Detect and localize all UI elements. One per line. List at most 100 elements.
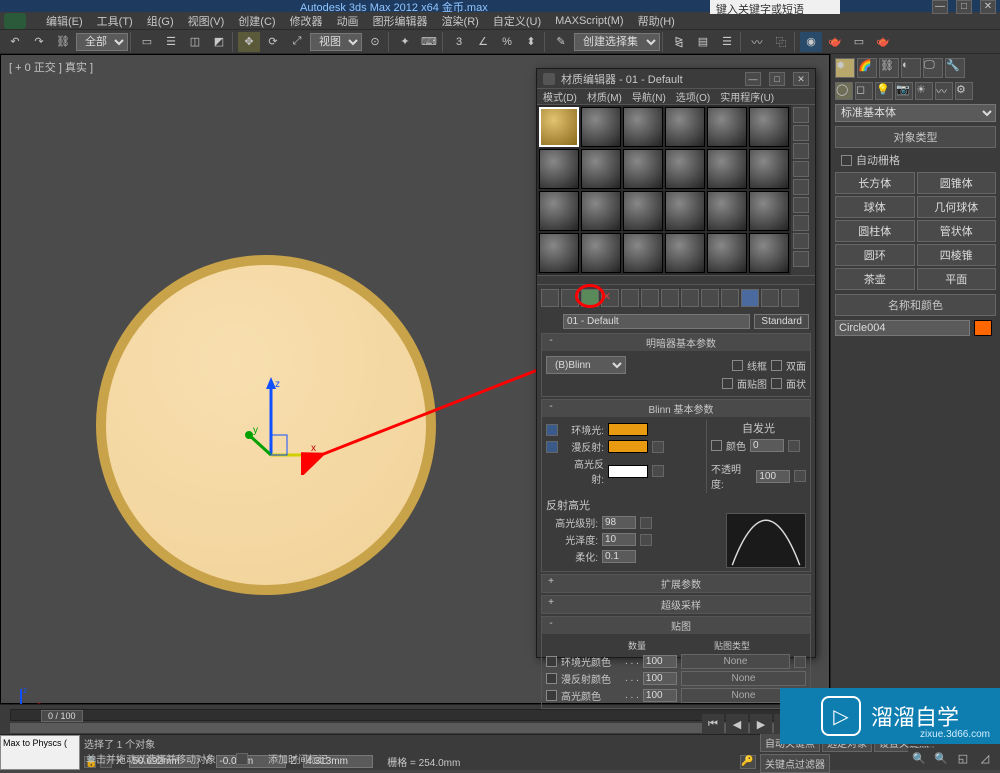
map-diffuse-amount[interactable] xyxy=(643,672,677,685)
pick-material-icon[interactable] xyxy=(543,313,559,329)
map-ambient-checkbox[interactable] xyxy=(546,656,557,667)
geometry-subtab[interactable]: ◯ xyxy=(835,82,853,100)
preview-icon[interactable] xyxy=(793,197,809,213)
object-type-rollout[interactable]: 对象类型 xyxy=(835,126,996,148)
mirror-icon[interactable]: ⧎ xyxy=(668,32,690,52)
mat-minimize-button[interactable]: — xyxy=(745,72,761,86)
move-gizmo[interactable]: z x y xyxy=(241,375,321,475)
undo-icon[interactable]: ↶ xyxy=(4,32,26,52)
pivot-icon[interactable]: ⊙ xyxy=(364,32,386,52)
menu-tools[interactable]: 工具(T) xyxy=(97,13,133,29)
goto-start-icon[interactable]: ⏮ xyxy=(702,714,724,734)
menu-create[interactable]: 创建(C) xyxy=(238,13,275,29)
twosided-checkbox[interactable] xyxy=(771,360,782,371)
get-material-icon[interactable] xyxy=(541,289,559,307)
systems-subtab[interactable]: ⚙ xyxy=(955,82,973,100)
autogrid-checkbox[interactable] xyxy=(841,155,852,166)
ambient-lock-icon[interactable] xyxy=(546,424,558,436)
make-unique-icon[interactable] xyxy=(641,289,659,307)
create-tab[interactable]: ✹ xyxy=(835,58,855,78)
rollout-toggle[interactable]: - xyxy=(546,618,556,633)
link-icon[interactable]: ⛓ xyxy=(52,32,74,52)
material-slot[interactable] xyxy=(539,233,579,273)
slot-scrollbar[interactable] xyxy=(537,275,815,285)
more-icon[interactable] xyxy=(781,289,799,307)
utilities-tab[interactable]: 🔧 xyxy=(945,58,965,78)
shader-dropdown[interactable]: (B)Blinn xyxy=(546,356,626,374)
select-icon[interactable]: ▭ xyxy=(136,32,158,52)
layers-icon[interactable]: ☰ xyxy=(716,32,738,52)
teapot-button[interactable]: 茶壶 xyxy=(835,268,915,290)
rollout-toggle[interactable]: + xyxy=(546,597,556,612)
select-region-icon[interactable]: ◫ xyxy=(184,32,206,52)
assign-to-selection-icon[interactable] xyxy=(581,289,599,307)
material-slot-1[interactable] xyxy=(539,107,579,147)
material-slot[interactable] xyxy=(623,107,663,147)
material-slot[interactable] xyxy=(665,149,705,189)
select-name-icon[interactable]: ☰ xyxy=(160,32,182,52)
plane-button[interactable]: 平面 xyxy=(917,268,997,290)
soften-spinner[interactable] xyxy=(602,550,636,563)
make-copy-icon[interactable] xyxy=(621,289,639,307)
key-mode-icon[interactable]: 🔑 xyxy=(740,755,756,769)
material-type-button[interactable]: Standard xyxy=(754,314,809,329)
viewport-label[interactable]: [ + 0 正交 ] 真实 ] xyxy=(9,59,93,75)
tube-button[interactable]: 管状体 xyxy=(917,220,997,242)
object-color-swatch[interactable] xyxy=(974,320,992,336)
menu-help[interactable]: 帮助(H) xyxy=(638,13,675,29)
material-slot[interactable] xyxy=(749,107,789,147)
redo-icon[interactable]: ↷ xyxy=(28,32,50,52)
render-icon[interactable]: 🫖 xyxy=(872,32,894,52)
material-slot[interactable] xyxy=(749,191,789,231)
faceted-checkbox[interactable] xyxy=(771,378,782,389)
material-slot[interactable] xyxy=(581,107,621,147)
diffuse-color-swatch[interactable] xyxy=(608,440,648,453)
material-slot[interactable] xyxy=(623,191,663,231)
facemap-checkbox[interactable] xyxy=(722,378,733,389)
snap3d-icon[interactable]: 3 xyxy=(448,32,470,52)
rollout-toggle[interactable]: + xyxy=(546,576,556,591)
keymode-icon[interactable]: ⌨ xyxy=(418,32,440,52)
time-slider[interactable]: 0 / 100 xyxy=(10,709,820,721)
material-slot[interactable] xyxy=(707,233,747,273)
align-icon[interactable]: ▤ xyxy=(692,32,714,52)
material-slot[interactable] xyxy=(749,233,789,273)
go-forward-icon[interactable] xyxy=(761,289,779,307)
material-slot[interactable] xyxy=(539,149,579,189)
space-warps-subtab[interactable]: 〰 xyxy=(935,82,953,100)
render-setup-icon[interactable]: 🫖 xyxy=(824,32,846,52)
show-end-icon[interactable] xyxy=(721,289,739,307)
rollout-toggle[interactable]: - xyxy=(546,401,556,416)
menu-view[interactable]: 视图(V) xyxy=(188,13,225,29)
mat-close-button[interactable]: ✕ xyxy=(793,72,809,86)
helpers-subtab[interactable]: ☀ xyxy=(915,82,933,100)
snap-angle-icon[interactable]: ∠ xyxy=(472,32,494,52)
render-frame-icon[interactable]: ▭ xyxy=(848,32,870,52)
matmap-nav-icon[interactable] xyxy=(793,251,809,267)
mat-menu-mode[interactable]: 模式(D) xyxy=(543,89,577,104)
map-lock-icon[interactable] xyxy=(794,656,806,668)
refcoord-dropdown[interactable]: 视图 xyxy=(310,33,362,51)
sample-type-icon[interactable] xyxy=(793,107,809,123)
motion-tab[interactable]: ◐ xyxy=(901,58,921,78)
gloss-spinner[interactable] xyxy=(602,533,636,546)
mat-id-icon[interactable] xyxy=(681,289,699,307)
mat-menu-nav[interactable]: 导航(N) xyxy=(632,89,666,104)
zoom-icon[interactable]: 🔍 xyxy=(908,748,930,768)
box-button[interactable]: 长方体 xyxy=(835,172,915,194)
material-slot[interactable] xyxy=(581,191,621,231)
menu-maxscript[interactable]: MAXScript(M) xyxy=(555,15,623,27)
primitive-category-dropdown[interactable]: 标准基本体 xyxy=(835,104,996,122)
shapes-subtab[interactable]: ◻ xyxy=(855,82,873,100)
material-slot[interactable] xyxy=(707,149,747,189)
specular-map-button[interactable] xyxy=(652,465,664,477)
time-tag-icon[interactable] xyxy=(236,753,248,765)
rotate-icon[interactable]: ⟳ xyxy=(262,32,284,52)
map-ambient-button[interactable]: None xyxy=(681,654,790,669)
go-parent-icon[interactable] xyxy=(741,289,759,307)
map-diffuse-button[interactable]: None xyxy=(681,671,806,686)
ambient-color-swatch[interactable] xyxy=(608,423,648,436)
material-slot[interactable] xyxy=(581,233,621,273)
close-button[interactable]: ✕ xyxy=(980,0,996,14)
pyramid-button[interactable]: 四棱锥 xyxy=(917,244,997,266)
